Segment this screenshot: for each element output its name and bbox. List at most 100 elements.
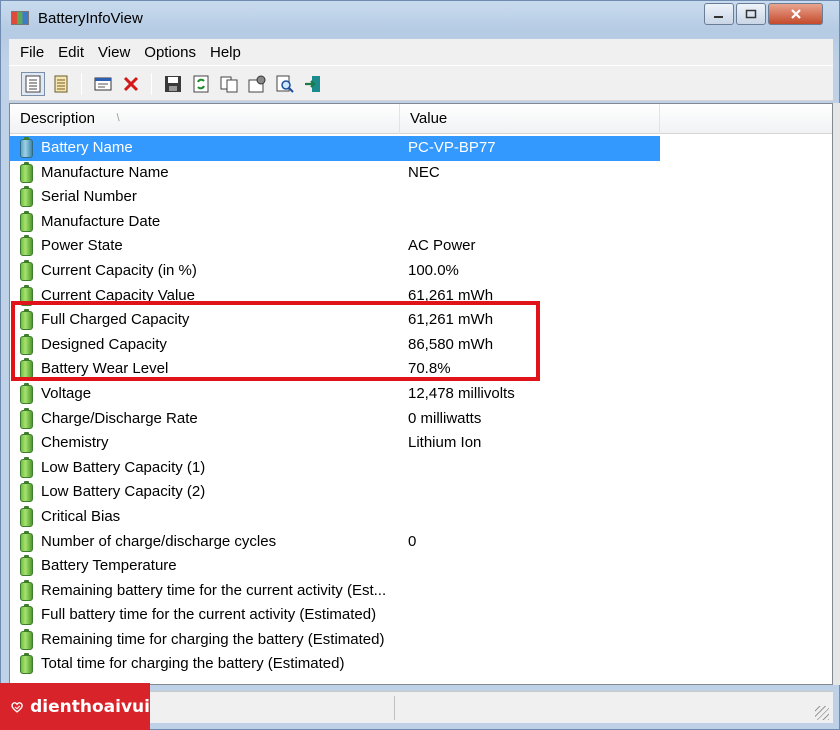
properties-button[interactable] xyxy=(91,72,115,96)
watermark-text: dienthoaivui xyxy=(30,696,150,717)
battery-info-list[interactable]: Description / Value Battery Name PC-VP-BP… xyxy=(9,103,833,685)
close-button[interactable] xyxy=(768,3,823,25)
row-description: Designed Capacity xyxy=(41,335,167,353)
list-row[interactable]: Critical Bias xyxy=(10,505,660,530)
battery-icon xyxy=(20,530,33,552)
list-row[interactable]: Manufacture Date xyxy=(10,210,660,235)
battery-icon xyxy=(20,505,33,527)
menu-view[interactable]: View xyxy=(91,44,137,61)
list-row[interactable]: Remaining battery time for the current a… xyxy=(10,579,660,604)
menu-options[interactable]: Options xyxy=(137,44,203,61)
row-description: Low Battery Capacity (1) xyxy=(41,458,206,476)
battery-icon xyxy=(20,235,33,257)
watermark-logo: dienthoaivui xyxy=(0,683,150,730)
save-button[interactable] xyxy=(161,72,185,96)
row-description: Full Charged Capacity xyxy=(41,311,190,329)
list-row[interactable]: Charge/Discharge Rate 0 milliwatts xyxy=(10,407,660,432)
copy-icon xyxy=(220,76,238,93)
list-row[interactable]: Voltage 12,478 millivolts xyxy=(10,382,660,407)
list-row[interactable]: Remaining time for charging the battery … xyxy=(10,628,660,653)
delete-button[interactable] xyxy=(119,72,143,96)
vertical-scrollbar[interactable] xyxy=(833,103,840,685)
battery-icon xyxy=(20,161,33,183)
find-button[interactable] xyxy=(273,72,297,96)
row-value: 70.8% xyxy=(408,360,451,378)
maximize-icon xyxy=(745,9,757,19)
battery-icon xyxy=(20,555,33,577)
list-row[interactable]: Current Capacity (in %) 100.0% xyxy=(10,259,660,284)
menu-bar: File Edit View Options Help xyxy=(9,39,833,65)
exit-icon xyxy=(305,76,320,92)
row-description: Number of charge/discharge cycles xyxy=(41,532,277,550)
battery-icon xyxy=(20,137,33,158)
list-row[interactable]: Low Battery Capacity (1) xyxy=(10,456,660,481)
minimize-icon xyxy=(714,16,723,18)
maximize-button[interactable] xyxy=(736,3,766,25)
row-description: Low Battery Capacity (2) xyxy=(41,483,206,501)
heart-hand-icon xyxy=(11,701,23,713)
list-row[interactable]: Manufacture Name NEC xyxy=(10,161,660,186)
minimize-button[interactable] xyxy=(704,3,734,25)
menu-file[interactable]: File xyxy=(13,44,51,61)
battery-icon xyxy=(20,309,33,331)
list-row[interactable]: Battery Wear Level 70.8% xyxy=(10,357,660,382)
row-description: Current Capacity (in %) xyxy=(41,261,197,279)
resize-grip-icon[interactable] xyxy=(815,706,829,720)
menu-edit[interactable]: Edit xyxy=(51,44,91,61)
exit-button[interactable] xyxy=(301,72,325,96)
row-description: Power State xyxy=(41,237,123,255)
battery-icon xyxy=(20,259,33,281)
battery-icon xyxy=(20,210,33,232)
refresh-button[interactable] xyxy=(189,72,213,96)
battery-icon xyxy=(20,579,33,601)
menu-help[interactable]: Help xyxy=(203,44,248,61)
row-value: PC-VP-BP77 xyxy=(408,139,496,156)
delete-icon xyxy=(123,76,139,92)
row-description: Battery Temperature xyxy=(41,557,177,575)
advanced-options-icon xyxy=(248,75,266,93)
column-header-description[interactable]: Description xyxy=(10,104,400,134)
row-value: 0 xyxy=(408,532,417,550)
row-value: 86,580 mWh xyxy=(408,335,494,353)
find-icon xyxy=(276,75,294,93)
title-bar[interactable]: BatteryInfoView xyxy=(1,1,839,37)
toolbar xyxy=(9,65,833,101)
battery-icon xyxy=(20,628,33,650)
list-row[interactable]: Chemistry Lithium Ion xyxy=(10,431,660,456)
copy-button[interactable] xyxy=(217,72,241,96)
view-html-button[interactable] xyxy=(49,72,73,96)
row-description: Critical Bias xyxy=(41,507,121,525)
list-row[interactable]: Designed Capacity 86,580 mWh xyxy=(10,333,660,358)
view-list-icon xyxy=(25,75,41,93)
battery-icon xyxy=(20,604,33,626)
list-row[interactable]: Battery Name PC-VP-BP77 xyxy=(10,136,660,161)
list-row[interactable]: Serial Number xyxy=(10,185,660,210)
list-row[interactable]: Total time for charging the battery (Est… xyxy=(10,652,660,677)
view-html-icon xyxy=(54,75,68,93)
row-value: NEC xyxy=(408,163,440,181)
list-row[interactable]: Full Charged Capacity 61,261 mWh xyxy=(10,308,660,333)
row-description: Full battery time for the current activi… xyxy=(41,606,377,624)
advanced-options-button[interactable] xyxy=(245,72,269,96)
row-description: Remaining battery time for the current a… xyxy=(41,581,387,599)
battery-icon xyxy=(20,432,33,454)
battery-icon xyxy=(20,456,33,478)
battery-icon xyxy=(20,407,33,429)
list-row[interactable]: Battery Temperature xyxy=(10,554,660,579)
list-row[interactable]: Power State AC Power xyxy=(10,234,660,259)
window-title: BatteryInfoView xyxy=(38,10,143,27)
battery-icon xyxy=(20,481,33,503)
list-row[interactable]: Current Capacity Value 61,261 mWh xyxy=(10,284,660,309)
column-header-value[interactable]: Value xyxy=(400,104,660,134)
list-row[interactable]: Low Battery Capacity (2) xyxy=(10,480,660,505)
save-icon xyxy=(165,76,181,92)
row-value: Lithium Ion xyxy=(408,434,482,452)
battery-icon xyxy=(20,653,33,675)
list-row[interactable]: Number of charge/discharge cycles 0 xyxy=(10,530,660,555)
row-value: 61,261 mWh xyxy=(408,311,494,329)
row-description: Charge/Discharge Rate xyxy=(41,409,198,427)
view-list-button[interactable] xyxy=(21,72,45,96)
app-icon xyxy=(11,11,29,25)
list-row[interactable]: Full battery time for the current activi… xyxy=(10,603,660,628)
row-description: Total time for charging the battery (Est… xyxy=(41,655,345,673)
